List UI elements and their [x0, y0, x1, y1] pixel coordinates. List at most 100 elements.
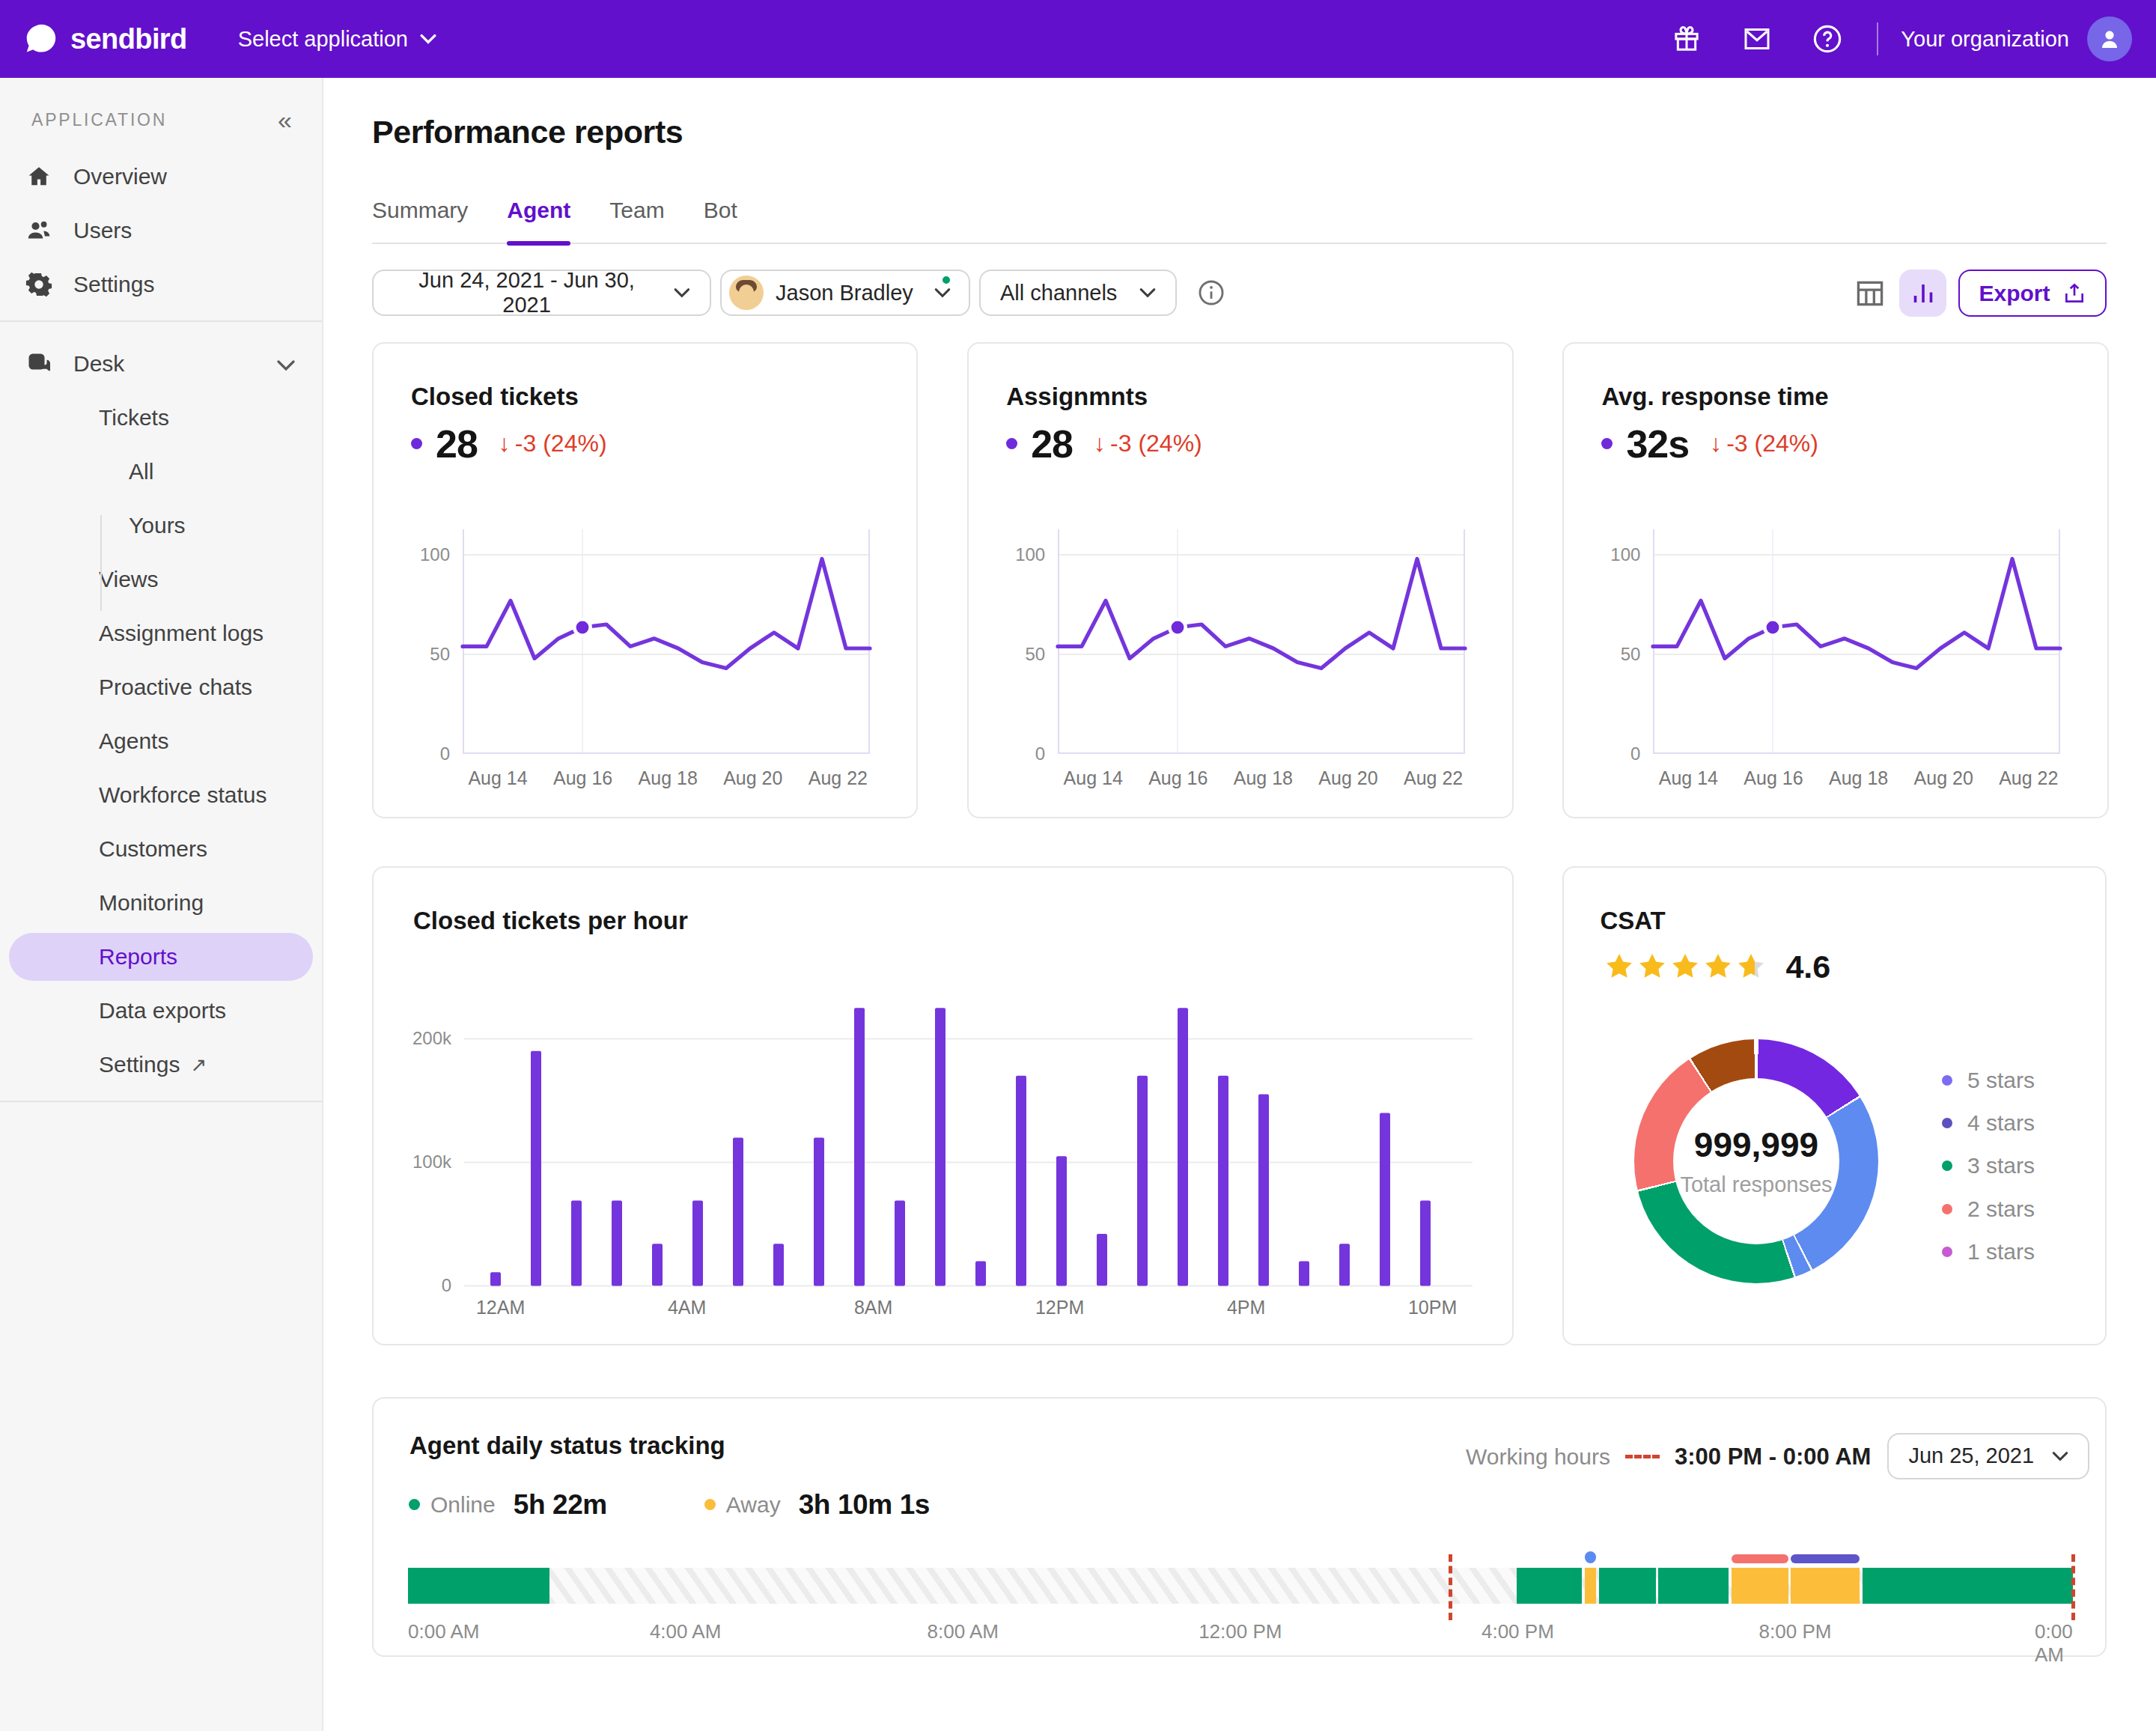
sidebar-item-desk-settings[interactable]: Settings ↗	[0, 1038, 322, 1092]
sidebar-item-label: Agents	[99, 728, 168, 754]
help-icon[interactable]	[1811, 22, 1844, 55]
tab-agent[interactable]: Agent	[507, 198, 570, 244]
select-application-button[interactable]: Select application	[238, 27, 436, 52]
gear-icon	[25, 271, 52, 298]
y-axis-label: 0	[1564, 743, 1640, 764]
tab-bot[interactable]: Bot	[704, 198, 737, 244]
legend-item: 3 stars	[1942, 1145, 2035, 1187]
x-axis-label: 8:00 PM	[1759, 1620, 1832, 1643]
sidebar-section-label: APPLICATION	[31, 110, 167, 130]
x-axis-label: Aug 18	[1234, 767, 1293, 789]
users-icon	[25, 217, 52, 244]
sidebar-item-overview[interactable]: Overview	[0, 150, 322, 204]
sidebar-item-tickets[interactable]: Tickets	[0, 391, 322, 445]
x-axis-label: Aug 20	[1914, 767, 1973, 789]
working-end-line	[2071, 1554, 2075, 1620]
total-responses-value: 999,999	[1694, 1125, 1818, 1165]
timeline-marker	[1791, 1554, 1860, 1563]
home-icon	[25, 163, 52, 190]
sidebar-item-reports[interactable]: Reports	[0, 930, 322, 984]
x-axis-label: 10PM	[1408, 1297, 1457, 1318]
x-axis-label: 4:00 AM	[650, 1620, 721, 1643]
sidebar-item-label: Data exports	[99, 998, 226, 1023]
sidebar-item-tickets-all[interactable]: All	[0, 445, 322, 499]
sidebar-item-label: Settings	[99, 1052, 180, 1077]
x-axis-label: 12PM	[1035, 1297, 1084, 1318]
legend-label: 2 stars	[1967, 1196, 2035, 1222]
status-timeline	[408, 1568, 2073, 1604]
card-title: Agent daily status tracking	[409, 1432, 725, 1460]
x-axis-label: Aug 18	[639, 767, 698, 789]
assignments-card: Assignmnts 28 ↓-3 (24%) 050100Aug 14Aug …	[967, 342, 1513, 818]
info-icon[interactable]	[1197, 279, 1225, 313]
avg-response-time-card: Avg. response time 32s ↓-3 (24%) 050100A…	[1562, 342, 2108, 818]
x-axis-label: 4AM	[668, 1297, 706, 1318]
sidebar-item-proactive-chats[interactable]: Proactive chats	[0, 660, 322, 714]
x-axis-label: Aug 14	[1064, 767, 1123, 789]
sendbird-logo[interactable]: sendbird	[25, 23, 187, 55]
timeline-marker	[1732, 1554, 1788, 1563]
chevron-down-icon	[674, 288, 690, 298]
sidebar-item-monitoring[interactable]: Monitoring	[0, 876, 322, 930]
sidebar-item-settings[interactable]: Settings	[0, 258, 322, 311]
export-button[interactable]: Export	[1958, 270, 2107, 317]
channels-filter[interactable]: All channels	[979, 270, 1177, 316]
org-name[interactable]: Your organization	[1901, 27, 2069, 52]
mail-icon[interactable]	[1741, 22, 1773, 55]
tabs: Summary Agent Team Bot	[372, 198, 2107, 244]
card-title: CSAT	[1600, 907, 1665, 935]
sidebar-item-label: Desk	[73, 351, 124, 377]
timeline-segment-online	[1517, 1568, 1582, 1604]
x-axis-label: Aug 18	[1829, 767, 1888, 789]
sidebar-divider	[0, 1101, 322, 1102]
user-avatar[interactable]	[2087, 16, 2132, 61]
chevron-down-icon	[277, 351, 295, 377]
trend-chart	[1058, 529, 1465, 754]
legend-label: 4 stars	[1967, 1110, 2035, 1136]
x-axis-label: 4:00 PM	[1482, 1620, 1554, 1643]
chart-view-button[interactable]	[1899, 270, 1946, 317]
metric-delta: ↓-3 (24%)	[1094, 430, 1202, 457]
card-title: Avg. response time	[1601, 383, 1828, 411]
legend-dot	[1942, 1075, 1952, 1086]
sidebar-item-agents[interactable]: Agents	[0, 714, 322, 768]
agent-filter[interactable]: Jason Bradley	[720, 270, 970, 316]
metric-delta: ↓-3 (24%)	[499, 430, 607, 457]
sidebar-item-views[interactable]: Views	[0, 553, 322, 606]
tab-team[interactable]: Team	[609, 198, 664, 244]
sidebar-item-tickets-yours[interactable]: Yours	[0, 499, 322, 553]
metric-delta: ↓-3 (24%)	[1710, 430, 1818, 457]
sidebar-item-data-exports[interactable]: Data exports	[0, 984, 322, 1038]
timeline-segment-online	[1658, 1568, 1729, 1604]
sidebar-item-assignment-logs[interactable]: Assignment logs	[0, 606, 322, 660]
sidebar-item-label: Customers	[99, 836, 207, 862]
gift-icon[interactable]	[1670, 22, 1703, 55]
closed-tickets-per-hour-card: Closed tickets per hour 0100k200k12AM4AM…	[372, 866, 1514, 1345]
tab-summary[interactable]: Summary	[372, 198, 468, 244]
legend-item: 2 stars	[1942, 1187, 2035, 1230]
sidebar-item-customers[interactable]: Customers	[0, 822, 322, 876]
page: sendbird Select application Your organiz…	[0, 0, 2156, 1731]
timeline-segment-online	[408, 1568, 549, 1604]
legend-label: 1 stars	[1967, 1239, 2035, 1265]
status-date-filter[interactable]: Jun 25, 2021	[1887, 1433, 2089, 1479]
working-hours-dash-icon	[1625, 1455, 1660, 1458]
legend-label: Online	[430, 1492, 496, 1518]
sidebar-item-label: Tickets	[99, 405, 169, 431]
date-range-filter[interactable]: Jun 24, 2021 - Jun 30, 2021	[372, 270, 711, 316]
y-axis-label: 200k	[374, 1028, 451, 1049]
sidebar-item-users[interactable]: Users	[0, 204, 322, 258]
timeline-segment-online	[1599, 1568, 1656, 1604]
external-link-icon: ↗	[190, 1053, 207, 1077]
table-view-button[interactable]	[1854, 277, 1886, 310]
sidebar-indent-line	[100, 515, 102, 611]
legend-value: 5h 22m	[514, 1489, 607, 1521]
sidebar-item-label: Views	[99, 567, 158, 592]
sidebar-item-label: Workforce status	[99, 782, 267, 808]
sidebar-item-label: Proactive chats	[99, 675, 252, 700]
sidebar-item-workforce-status[interactable]: Workforce status	[0, 768, 322, 822]
collapse-sidebar-icon[interactable]: «	[278, 107, 292, 133]
sidebar-item-desk[interactable]: Desk	[0, 337, 322, 391]
working-hours: Working hours 3:00 PM - 0:00 AM	[1466, 1443, 1871, 1470]
status-legend: Online 5h 22m Away 3h 10m 1s	[409, 1491, 930, 1518]
